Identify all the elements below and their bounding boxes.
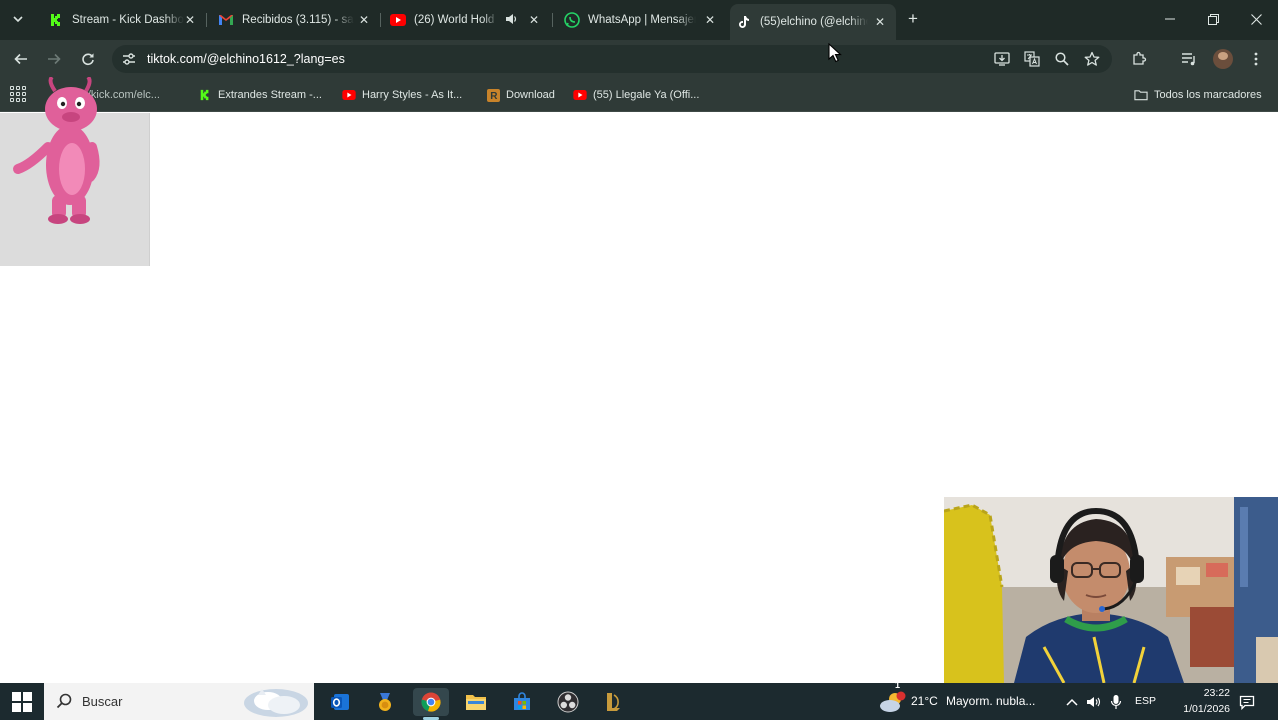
tab-title: Stream - Kick Dashboard: [72, 14, 184, 26]
svg-text:R: R: [490, 91, 498, 102]
close-icon[interactable]: ✕: [356, 12, 372, 28]
notifications-icon[interactable]: [1237, 692, 1257, 712]
speaker-icon[interactable]: [504, 12, 520, 28]
microphone-icon[interactable]: [1106, 692, 1126, 712]
tab-search-icon[interactable]: [6, 8, 30, 30]
close-icon[interactable]: ✕: [182, 12, 198, 28]
tab-gmail[interactable]: Recibidos (3.115) - sa ✕: [214, 6, 378, 34]
reload-button[interactable]: [77, 48, 99, 70]
taskbar-obs-icon[interactable]: [550, 688, 586, 716]
weather-alert-count: 1: [895, 680, 901, 690]
taskbar-store-icon[interactable]: [504, 688, 540, 716]
weather-description[interactable]: Mayorm. nubla...: [946, 694, 1035, 708]
address-bar[interactable]: tiktok.com/@elchino1612_?lang=es: [112, 45, 1112, 73]
back-button[interactable]: [10, 48, 32, 70]
new-tab-button[interactable]: +: [903, 9, 923, 29]
tab-title: Recibidos (3.115) - sa: [242, 14, 354, 26]
tab-title: (26) World Hold (: [414, 14, 498, 26]
site-info-icon[interactable]: [121, 51, 137, 67]
search-placeholder: Buscar: [82, 694, 123, 709]
zoom-icon[interactable]: [1052, 49, 1072, 69]
url-text: tiktok.com/@elchino1612_?lang=es: [147, 52, 345, 66]
volume-icon[interactable]: [1084, 692, 1104, 712]
taskbar-clock[interactable]: 23:22 1/01/2026: [1158, 685, 1230, 717]
webcam-overlay: [944, 497, 1278, 683]
taskbar-file-explorer-icon[interactable]: [458, 688, 494, 716]
tab-tiktok[interactable]: (55)elchino (@elchino ✕: [730, 4, 896, 40]
tab-separator: [552, 13, 553, 27]
forward-button[interactable]: [43, 48, 65, 70]
search-icon: [56, 693, 72, 709]
pink-character-illustration: [13, 77, 100, 224]
bookmark-llegale-ya[interactable]: (55) Llegale Ya (Offi...: [573, 86, 699, 104]
kick-icon: [198, 88, 212, 102]
tab-strip: Stream - Kick Dashboard ✕ Recibidos (3.1…: [0, 0, 1278, 40]
clock-time: 23:22: [1203, 687, 1230, 699]
extensions-icon[interactable]: [1129, 49, 1149, 69]
media-controls-icon[interactable]: [1179, 49, 1199, 69]
bookmark-label: Download: [506, 89, 555, 101]
browser-toolbar: tiktok.com/@elchino1612_?lang=es: [0, 40, 1278, 78]
tab-title: (55)elchino (@elchino: [760, 16, 868, 28]
taskbar-medal-icon[interactable]: [367, 688, 403, 716]
screen: Stream - Kick Dashboard ✕ Recibidos (3.1…: [0, 0, 1278, 720]
bookmark-star-icon[interactable]: [1082, 49, 1102, 69]
chevron-up-icon[interactable]: [1062, 692, 1082, 712]
weather-cloud-icon[interactable]: [878, 691, 906, 713]
tab-separator: [380, 13, 381, 27]
bookmarks-bar: ttps://kick.com/elc... Extrandes Stream …: [0, 78, 1278, 112]
install-app-icon[interactable]: [992, 49, 1012, 69]
r-icon: R: [486, 88, 500, 102]
bookmark-label: Harry Styles - As It...: [362, 89, 463, 101]
youtube-icon: [573, 88, 587, 102]
tab-title: WhatsApp | Mensajería: [588, 14, 696, 26]
folder-icon: [1134, 88, 1148, 102]
tab-whatsapp[interactable]: WhatsApp | Mensajería ✕: [560, 6, 724, 34]
menu-dots-icon[interactable]: [1246, 49, 1266, 69]
all-bookmarks-folder[interactable]: Todos los marcadores: [1134, 86, 1262, 104]
search-highlight-illustration: [244, 689, 308, 717]
bookmark-label: (55) Llegale Ya (Offi...: [593, 89, 700, 101]
gmail-icon: [218, 12, 234, 28]
bookmark-label: Extrandes Stream -...: [218, 89, 322, 101]
close-icon[interactable]: ✕: [526, 12, 542, 28]
taskbar-search-box[interactable]: Buscar: [44, 683, 314, 720]
minimize-button[interactable]: [1156, 8, 1184, 30]
mouse-cursor-icon: [828, 43, 842, 63]
translate-icon[interactable]: [1022, 49, 1042, 69]
close-icon[interactable]: ✕: [872, 14, 888, 30]
profile-avatar[interactable]: [1213, 49, 1233, 69]
youtube-icon: [342, 88, 356, 102]
whatsapp-icon: [564, 12, 580, 28]
close-icon[interactable]: ✕: [702, 12, 718, 28]
restore-button[interactable]: [1199, 8, 1227, 30]
input-language[interactable]: ESP: [1135, 695, 1156, 707]
tab-kick-dashboard[interactable]: Stream - Kick Dashboard ✕: [44, 6, 204, 34]
bookmark-download[interactable]: R Download: [486, 86, 555, 104]
tab-separator: [206, 13, 207, 27]
windows-taskbar: Buscar 1 21°C Mayorm. nubla... ESP 23:22…: [0, 680, 1278, 720]
taskbar-outlook-icon[interactable]: [322, 688, 358, 716]
taskbar-chrome-icon[interactable]: [413, 688, 449, 720]
youtube-icon: [390, 12, 406, 28]
close-window-button[interactable]: [1242, 8, 1270, 30]
tab-youtube[interactable]: (26) World Hold ( ✕: [388, 6, 548, 34]
clock-date: 1/01/2026: [1183, 703, 1230, 715]
weather-temperature[interactable]: 21°C: [911, 694, 938, 708]
stream-overlay-sticker: [0, 77, 150, 266]
windows-start-icon[interactable]: [12, 692, 32, 712]
bookmark-harry-styles[interactable]: Harry Styles - As It...: [342, 86, 462, 104]
kick-icon: [48, 12, 64, 28]
tiktok-icon: [736, 14, 752, 30]
bookmark-label: Todos los marcadores: [1154, 89, 1262, 101]
webcam-video-frame: [944, 497, 1278, 683]
taskbar-league-icon[interactable]: [595, 688, 631, 716]
bookmark-extrandes-stream[interactable]: Extrandes Stream -...: [198, 86, 322, 104]
